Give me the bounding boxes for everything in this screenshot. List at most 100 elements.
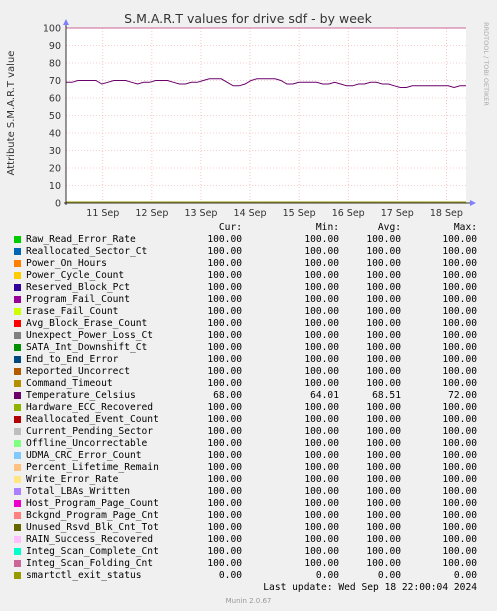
- legend-min: 100.00: [304, 246, 339, 257]
- legend-max: 100.00: [442, 558, 477, 569]
- header-cur: Cur:: [218, 222, 242, 233]
- legend-row: Bckgnd_Program_Page_Cnt 100.00 100.00 100.0…: [0, 510, 497, 522]
- legend-min: 100.00: [304, 366, 339, 377]
- legend-swatch: [14, 272, 21, 279]
- legend-swatch: [14, 380, 21, 387]
- legend-min: 100.00: [304, 534, 339, 545]
- legend-name: Total_LBAs_Written: [26, 486, 130, 497]
- header-min: Min:: [315, 222, 339, 233]
- legend-name: Host_Program_Page_Count: [26, 498, 159, 509]
- legend-min: 100.00: [304, 450, 339, 461]
- legend-min: 100.00: [304, 498, 339, 509]
- legend: Cur: Min: Avg: Max: Raw_Read_Error_Rate 1…: [0, 222, 497, 582]
- legend-cur: 100.00: [207, 414, 242, 425]
- legend-avg: 100.00: [366, 342, 401, 353]
- x-tick-label: 13 Sep: [184, 208, 217, 219]
- legend-name: Offline_Uncorrectable: [26, 438, 148, 449]
- legend-avg: 100.00: [366, 330, 401, 341]
- legend-cur: 100.00: [207, 354, 242, 365]
- legend-name: Reserved_Block_Pct: [26, 282, 130, 293]
- legend-swatch: [14, 296, 21, 303]
- legend-avg: 100.00: [366, 318, 401, 329]
- legend-max: 100.00: [442, 438, 477, 449]
- legend-header: Cur: Min: Avg: Max:: [0, 222, 497, 234]
- legend-name: Integ_Scan_Complete_Cnt: [26, 546, 159, 557]
- x-tick-label: 14 Sep: [234, 208, 267, 219]
- x-tick-label: 16 Sep: [332, 208, 365, 219]
- legend-row: Current_Pending_Sector 100.00 100.00 100.00…: [0, 426, 497, 438]
- legend-avg: 100.00: [366, 474, 401, 485]
- legend-max: 100.00: [442, 534, 477, 545]
- legend-avg: 100.00: [366, 354, 401, 365]
- legend-row: Power_Cycle_Count 100.00 100.00 100.00 100.0…: [0, 270, 497, 282]
- legend-min: 100.00: [304, 282, 339, 293]
- legend-avg: 100.00: [366, 402, 401, 413]
- y-tick-label: 40: [49, 129, 61, 140]
- legend-avg: 100.00: [366, 282, 401, 293]
- legend-name: SATA_Int_Downshift_Ct: [26, 342, 148, 353]
- y-tick-label: 30: [49, 146, 61, 157]
- legend-avg: 100.00: [366, 234, 401, 245]
- legend-name: Raw_Read_Error_Rate: [26, 234, 136, 245]
- legend-cur: 0.00: [218, 570, 242, 581]
- legend-row: Reserved_Block_Pct 100.00 100.00 100.00 100.…: [0, 282, 497, 294]
- legend-avg: 100.00: [366, 294, 401, 305]
- legend-cur: 100.00: [207, 258, 242, 269]
- y-tick-label: 50: [49, 111, 61, 122]
- legend-avg: 100.00: [366, 414, 401, 425]
- legend-swatch: [14, 428, 21, 435]
- legend-row: UDMA_CRC_Error_Count 100.00 100.00 100.00 10…: [0, 450, 497, 462]
- legend-name: End_to_End_Error: [26, 354, 119, 365]
- legend-avg: 100.00: [366, 498, 401, 509]
- legend-max: 100.00: [442, 402, 477, 413]
- legend-min: 100.00: [304, 270, 339, 281]
- legend-min: 100.00: [304, 558, 339, 569]
- legend-max: 100.00: [442, 426, 477, 437]
- legend-min: 0.00: [315, 570, 339, 581]
- legend-row: Integ_Scan_Complete_Cnt 100.00 100.00 100.0…: [0, 546, 497, 558]
- legend-cur: 100.00: [207, 378, 242, 389]
- legend-rows: Raw_Read_Error_Rate 100.00 100.00 100.00 100…: [0, 234, 497, 582]
- x-axis-arrow: [470, 200, 476, 206]
- x-tick-label: 18 Sep: [430, 208, 463, 219]
- y-axis-label: Attribute S.M.A.R.T value: [6, 51, 17, 176]
- legend-swatch: [14, 416, 21, 423]
- legend-cur: 100.00: [207, 546, 242, 557]
- legend-row: Erase_Fail_Count 100.00 100.00 100.00 100.00: [0, 306, 497, 318]
- legend-swatch: [14, 500, 21, 507]
- y-tick-label: 0: [55, 199, 61, 210]
- legend-avg: 100.00: [366, 558, 401, 569]
- last-update: Last update: Wed Sep 18 22:00:04 2024: [263, 582, 477, 593]
- legend-swatch: [14, 464, 21, 471]
- legend-swatch: [14, 248, 21, 255]
- legend-max: 100.00: [442, 486, 477, 497]
- legend-min: 100.00: [304, 462, 339, 473]
- legend-cur: 100.00: [207, 306, 242, 317]
- legend-swatch: [14, 560, 21, 567]
- legend-name: Program_Fail_Count: [26, 294, 130, 305]
- legend-avg: 68.51: [372, 390, 401, 401]
- legend-name: Power_Cycle_Count: [26, 270, 125, 281]
- legend-row: Reallocated_Event_Count 100.00 100.00 100.0…: [0, 414, 497, 426]
- legend-min: 100.00: [304, 378, 339, 389]
- legend-name: Unexpect_Power_Loss_Ct: [26, 330, 154, 341]
- legend-name: Unused_Rsvd_Blk_Cnt_Tot: [26, 522, 159, 533]
- legend-swatch: [14, 512, 21, 519]
- legend-swatch: [14, 392, 21, 399]
- legend-name: RAIN_Success_Recovered: [26, 534, 154, 545]
- rrdtool-credit: RRDTOOL / TOBI OETIKER: [482, 22, 490, 106]
- chart: S.M.A.R.T values for drive sdf - by week…: [6, 11, 490, 219]
- legend-row: Program_Fail_Count 100.00 100.00 100.00 100.…: [0, 294, 497, 306]
- legend-name: Erase_Fail_Count: [26, 306, 119, 317]
- legend-avg: 100.00: [366, 510, 401, 521]
- legend-avg: 100.00: [366, 450, 401, 461]
- legend-cur: 100.00: [207, 342, 242, 353]
- legend-cur: 100.00: [207, 234, 242, 245]
- legend-max: 100.00: [442, 270, 477, 281]
- legend-min: 100.00: [304, 342, 339, 353]
- legend-cur: 100.00: [207, 330, 242, 341]
- legend-cur: 100.00: [207, 486, 242, 497]
- y-tick-label: 70: [49, 76, 61, 87]
- legend-cur: 100.00: [207, 462, 242, 473]
- legend-max: 100.00: [442, 450, 477, 461]
